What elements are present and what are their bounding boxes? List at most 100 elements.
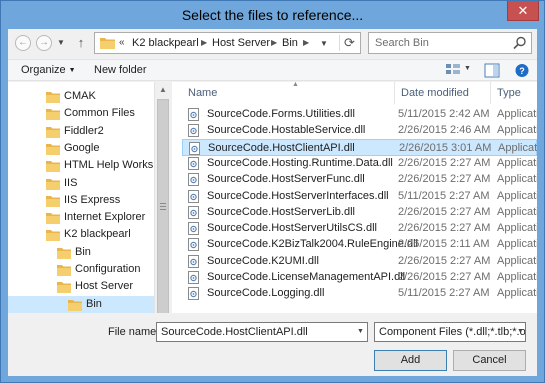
file-row[interactable]: SourceCode.Logging.dll 5/11/2015 2:27 AM A… (182, 285, 537, 302)
nav-tree-item[interactable]: IIS (8, 175, 154, 193)
dll-file-icon (188, 189, 199, 203)
breadcrumb-separator-icon[interactable]: ▶ (201, 38, 207, 47)
search-input[interactable] (375, 36, 505, 50)
folder-icon (57, 247, 71, 259)
back-button[interactable]: ← (15, 35, 31, 51)
file-name: SourceCode.HostServerInterfaces.dll (207, 189, 389, 202)
file-row[interactable]: SourceCode.HostClientAPI.dll 2/26/2015 3:… (182, 138, 537, 156)
svg-text:?: ? (519, 66, 525, 76)
file-row[interactable]: SourceCode.Forms.Utilities.dll 5/11/2015 … (182, 106, 537, 123)
nav-tree-item[interactable]: Host Server (8, 278, 154, 296)
dll-file-icon (188, 156, 199, 170)
breadcrumb-k2-blackpearl[interactable]: K2 blackpearl (132, 37, 199, 49)
nav-tree-item-label: Common Files (64, 107, 135, 120)
search-box[interactable] (368, 32, 532, 54)
file-row[interactable]: SourceCode.HostServerInterfaces.dll 5/11/… (182, 188, 537, 205)
nav-tree-item[interactable]: K2 blackpearl (8, 226, 154, 244)
file-date: 2/26/2015 2:27 AM (398, 156, 491, 169)
file-type-select[interactable]: Component Files (*.dll;*.tlb;*.ol ▼ (374, 322, 526, 342)
organize-button[interactable]: Organize ▼ (21, 64, 76, 76)
refresh-button[interactable]: ⟳ (339, 35, 359, 51)
nav-tree-item[interactable]: Configuration (8, 261, 154, 279)
scroll-up-icon[interactable]: ▲ (155, 82, 171, 98)
organize-label: Organize (21, 64, 66, 76)
recent-locations-button[interactable]: ▼ (55, 36, 67, 50)
forward-button[interactable]: → (36, 35, 52, 51)
column-header-name[interactable]: ▲ Name (182, 82, 395, 104)
file-name-dropdown[interactable]: ▼ (357, 328, 364, 335)
nav-tree-item[interactable]: Google (8, 140, 154, 158)
nav-tree-item-label: CMAK (64, 90, 96, 102)
nav-tree-item-label: Bin (86, 297, 102, 310)
file-row[interactable]: SourceCode.HostServerFunc.dll 2/26/2015 2… (182, 171, 537, 188)
breadcrumb-overflow[interactable]: « (119, 37, 125, 48)
file-row[interactable]: SourceCode.HostServerLib.dll 2/26/2015 2:… (182, 204, 537, 221)
file-row[interactable]: SourceCode.HostServerUtilsCS.dll 2/26/201… (182, 220, 537, 237)
breadcrumb-bin[interactable]: Bin (282, 37, 298, 49)
column-header-name-label: Name (188, 87, 218, 99)
nav-tree-item-label: Internet Explorer (64, 211, 146, 224)
search-icon[interactable] (513, 36, 527, 50)
close-button[interactable]: ✕ (507, 1, 539, 21)
add-button[interactable]: Add (374, 350, 447, 371)
file-type: Applicati (497, 287, 537, 300)
file-date: 5/11/2015 2:27 AM (398, 287, 490, 300)
nav-tree-item[interactable]: Bin (8, 244, 154, 262)
file-type-selected: Component Files (*.dll;*.tlb;*.ol (379, 326, 526, 338)
column-header-type[interactable]: Type (491, 82, 537, 104)
file-date: 5/11/2015 2:27 AM (398, 189, 490, 202)
file-date: 2/26/2015 2:27 AM (398, 205, 491, 218)
column-header-date-modified[interactable]: Date modified (395, 82, 491, 104)
file-name: SourceCode.HostServerFunc.dll (207, 173, 365, 186)
breadcrumb-separator-icon[interactable]: ▶ (303, 38, 309, 47)
file-row[interactable]: SourceCode.Hosting.Runtime.Data.dll 2/26/… (182, 155, 537, 172)
folder-icon (46, 230, 60, 242)
nav-tree-item[interactable]: Bin (8, 295, 154, 314)
file-type: Applicati (497, 173, 537, 186)
file-name: SourceCode.HostServerLib.dll (207, 205, 355, 218)
title-bar[interactable]: Select the files to reference... ✕ (1, 1, 544, 29)
view-options-dropdown[interactable]: ▼ (464, 65, 471, 72)
help-icon[interactable]: ? (514, 63, 530, 78)
new-folder-button[interactable]: New folder (94, 64, 147, 76)
address-bar[interactable]: « K2 blackpearl ▶ Host Server ▶ Bin ▶ ▼ … (94, 32, 361, 54)
file-name: SourceCode.K2UMI.dll (207, 254, 319, 267)
nav-tree-item[interactable]: Fiddler2 (8, 123, 154, 141)
nav-tree-item[interactable]: Common Files (8, 105, 154, 123)
refresh-icon: ⟳ (344, 35, 355, 50)
preview-pane-icon[interactable] (484, 63, 500, 78)
nav-tree-item-label: Fiddler2 (64, 124, 104, 137)
file-row[interactable]: SourceCode.HostableService.dll 2/26/2015 … (182, 122, 537, 139)
file-row[interactable]: SourceCode.LicenseManagementAPI.dll 2/26/… (182, 269, 537, 286)
nav-tree-item[interactable]: Internet Explorer (8, 209, 154, 227)
folder-icon (46, 92, 60, 103)
up-one-level-button[interactable]: ↑ (72, 34, 90, 52)
file-name-input[interactable] (156, 322, 368, 342)
window-title: Select the files to reference... (181, 7, 364, 23)
file-date: 2/26/2015 3:01 AM (399, 141, 492, 154)
file-type: Applicati (498, 141, 537, 154)
navigation-pane[interactable]: CMAK Common Files Fiddler2 Google HTML Help … (8, 82, 154, 333)
nav-tree-item[interactable]: IIS Express (8, 192, 154, 210)
file-row[interactable]: SourceCode.K2BizTalk2004.RuleEngine.dll 2… (182, 236, 537, 253)
folder-icon (100, 38, 115, 49)
nav-tree-item[interactable]: CMAK (8, 88, 154, 106)
arrow-right-icon: → (39, 37, 49, 48)
breadcrumb-host-server[interactable]: Host Server (212, 37, 270, 49)
nav-tree-item-label: IIS Express (64, 193, 121, 206)
folder-icon (46, 178, 60, 190)
file-row[interactable]: SourceCode.K2UMI.dll 2/26/2015 2:27 AM App… (182, 253, 537, 270)
scrollbar-thumb[interactable] (157, 99, 169, 314)
navigation-pane-scrollbar[interactable]: ▲ ▼ (154, 82, 171, 333)
breadcrumb-separator-icon[interactable]: ▶ (271, 38, 277, 47)
nav-tree-item[interactable]: HTML Help Workshop (8, 157, 154, 175)
folder-icon (46, 195, 60, 207)
file-date: 2/26/2015 2:46 AM (398, 124, 491, 137)
cancel-button[interactable]: Cancel (453, 350, 526, 371)
chevron-down-icon: ▼ (68, 67, 76, 74)
address-history-dropdown[interactable]: ▼ (320, 39, 328, 48)
dll-file-icon (188, 271, 199, 284)
folder-icon (46, 161, 60, 173)
change-view-icon[interactable] (445, 63, 461, 78)
file-list[interactable]: ▲ Name Date modified Type SourceCode.For… (172, 82, 537, 333)
